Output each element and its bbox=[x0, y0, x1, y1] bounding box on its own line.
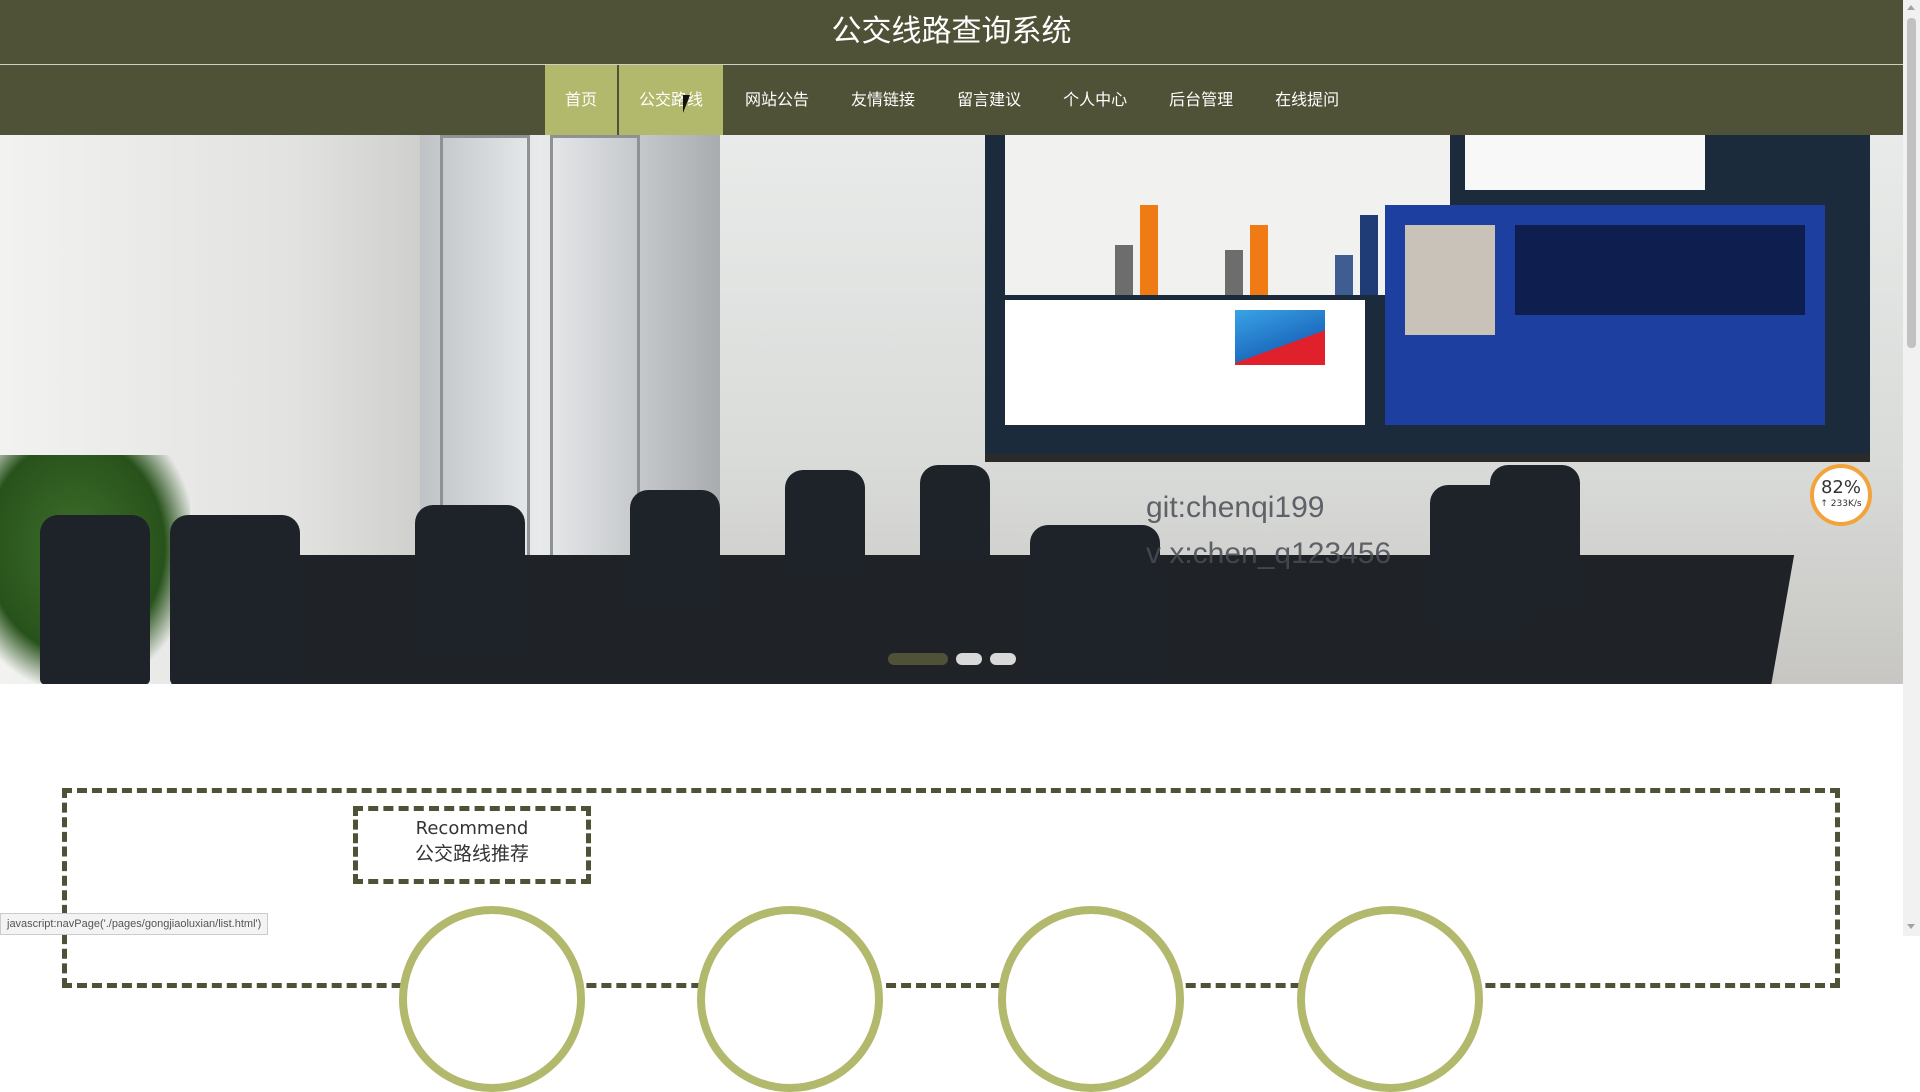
site-title: 公交线路查询系统 bbox=[831, 14, 1072, 49]
nav-item-feedback[interactable]: 留言建议 bbox=[937, 65, 1041, 135]
route-card-image[interactable] bbox=[697, 906, 883, 1092]
speed-percent: 82% bbox=[1820, 477, 1861, 498]
banner-chair-decor bbox=[1490, 465, 1580, 605]
site-header: 公交线路查询系统 bbox=[0, 0, 1903, 65]
banner-carousel[interactable]: git:chenqi199 v x:chen_q123456 bbox=[0, 135, 1903, 684]
banner-chair-decor bbox=[920, 465, 990, 565]
banner-chair-decor bbox=[785, 470, 865, 580]
banner-chair-decor bbox=[630, 490, 720, 610]
carousel-pagination bbox=[888, 653, 1016, 665]
nav-item-online-questions[interactable]: 在线提问 bbox=[1255, 65, 1359, 135]
nav-item-admin[interactable]: 后台管理 bbox=[1149, 65, 1253, 135]
main-nav: 首页 公交路线 网站公告 友情链接 留言建议 个人中心 后台管理 在线提问 bbox=[0, 65, 1903, 135]
banner-chair-decor bbox=[40, 515, 150, 684]
banner-chair-decor bbox=[415, 505, 525, 655]
scroll-up-icon[interactable] bbox=[1907, 5, 1915, 10]
nav-item-announcements[interactable]: 网站公告 bbox=[725, 65, 829, 135]
nav-item-home[interactable]: 首页 bbox=[545, 65, 618, 135]
banner-chair-decor bbox=[170, 515, 300, 684]
nav-item-personal-center[interactable]: 个人中心 bbox=[1043, 65, 1147, 135]
network-speed-widget[interactable]: 82% ↑ 233K/s bbox=[1810, 464, 1872, 526]
banner-overlay-line: v x:chen_q123456 bbox=[1146, 537, 1392, 570]
mouse-cursor-icon bbox=[683, 95, 690, 113]
carousel-dot[interactable] bbox=[990, 653, 1016, 665]
banner-screen-decor bbox=[985, 135, 1870, 462]
nav-item-bus-routes[interactable]: 公交路线 bbox=[619, 65, 724, 135]
route-card-image[interactable] bbox=[998, 906, 1184, 1092]
page-scrollbar[interactable] bbox=[1903, 0, 1920, 936]
recommend-title-cn: 公交路线推荐 bbox=[414, 843, 529, 865]
scroll-down-icon[interactable] bbox=[1907, 924, 1915, 929]
carousel-dot[interactable] bbox=[956, 653, 982, 665]
recommend-section bbox=[62, 788, 1840, 988]
carousel-dot[interactable] bbox=[888, 653, 948, 665]
nav-item-friend-links[interactable]: 友情链接 bbox=[831, 65, 935, 135]
recommend-heading: Recommend 公交路线推荐 bbox=[353, 806, 591, 884]
route-card-image[interactable] bbox=[399, 906, 585, 1092]
route-card-image[interactable] bbox=[1297, 906, 1483, 1092]
banner-overlay-line: git:chenqi199 bbox=[1146, 491, 1325, 524]
recommend-title-en: Recommend bbox=[415, 818, 529, 839]
browser-status-bar: javascript:navPage('./pages/gongjiaoluxi… bbox=[0, 913, 269, 935]
banner-chair-decor bbox=[1030, 525, 1160, 684]
scroll-thumb[interactable] bbox=[1907, 18, 1916, 348]
speed-rate: ↑ 233K/s bbox=[1820, 499, 1862, 509]
